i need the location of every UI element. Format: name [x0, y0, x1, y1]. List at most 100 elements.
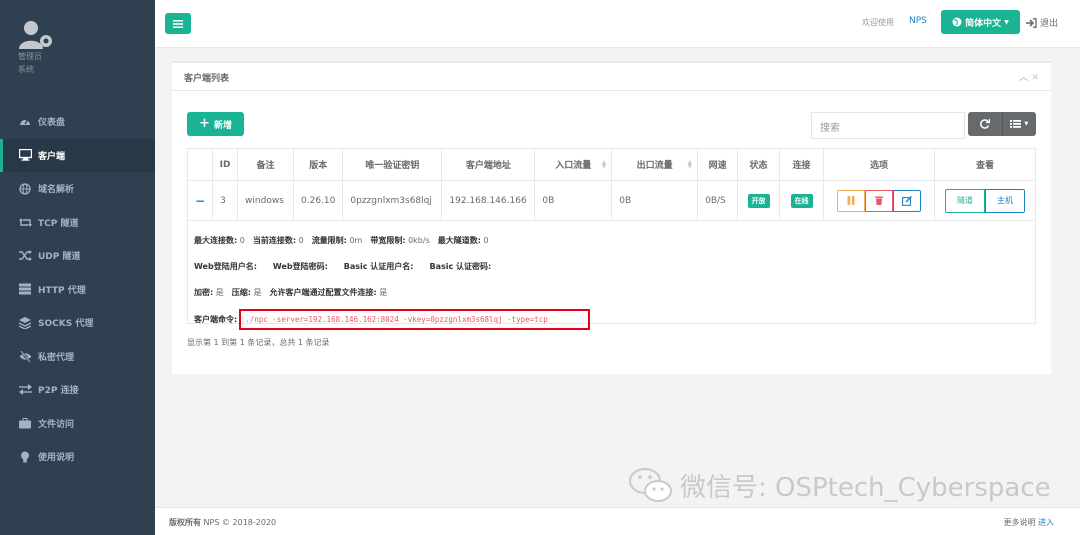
detail-row-auth: Web登陆用户名: Web登陆密码: Basic 认证用户名: Basic 认证… [194, 253, 1029, 279]
sidebar-item-socks[interactable]: SOCKS 代理 [0, 306, 155, 340]
sidebar-item-help[interactable]: 使用说明 [0, 440, 155, 474]
status-badge: 开放 [747, 193, 770, 208]
client-list-panel: 客户端列表 ︿ ✕ + 新增 搜索 ▼ ID 备注 版本 唯一验证密钥 客户端地… [172, 61, 1051, 374]
table-header-row: ID 备注 版本 唯一验证密钥 客户端地址 入口流量 ▲ ▼ 出口流量 ▲ ▼ 网速 状… [186, 148, 1037, 181]
exchange-icon [18, 383, 32, 397]
watermark-text: 微信号: OSPtech_Cyberspace [680, 472, 1051, 503]
detail-value: 是 [379, 287, 388, 297]
view-host-button[interactable]: 主机 [984, 188, 1025, 213]
max-tunnel-item: 最大隧道数: 0 [438, 235, 489, 246]
cell-vkey: 0pzzgnlxm3s68lqj [342, 180, 443, 221]
server-icon [18, 282, 32, 296]
caret-down-icon: ▼ [1004, 18, 1009, 26]
detail-row-limits: 最大连接数: 0 当前连接数: 0 流量限制: 0m 带宽限制: 0kb/s 最… [194, 227, 1029, 253]
sidebar-item-label: 文件访问 [38, 419, 75, 430]
cell-address: 192.168.146.166 [441, 180, 536, 221]
more-label: 更多说明 [1003, 518, 1036, 527]
column-header-options: 选项 [823, 148, 935, 181]
web-user-label: Web登陆用户名: [194, 261, 257, 271]
close-icon[interactable]: ✕ [1031, 73, 1039, 83]
detail-label: 加密: [194, 287, 214, 297]
cur-conn-item: 当前连接数: 0 [253, 235, 304, 246]
cell-remark: windows [237, 180, 295, 221]
column-header-remark[interactable]: 备注 [237, 148, 295, 181]
edit-button[interactable] [892, 189, 921, 212]
collapse-toggle[interactable]: − [186, 180, 214, 221]
welcome-text: 欢迎使用 [862, 18, 894, 27]
cell-view: 隧道 主机 [933, 180, 1037, 221]
cell-out-flow: 0B [611, 180, 699, 221]
column-header-vkey[interactable]: 唯一验证密钥 [342, 148, 443, 181]
cell-options [823, 180, 935, 221]
sidebar-item-p2p[interactable]: P2P 连接 [0, 373, 155, 407]
brand-link[interactable]: NPS [909, 16, 927, 26]
enter-link[interactable]: 进入 [1038, 518, 1054, 527]
retweet-icon [18, 215, 32, 229]
detail-value: 0kb/s [408, 235, 430, 245]
column-header-address[interactable]: 客户端地址 [441, 148, 536, 181]
add-label: 新增 [213, 120, 232, 131]
eye-slash-icon [18, 349, 32, 363]
sidebar-item-label: TCP 隧道 [38, 218, 79, 229]
refresh-button[interactable] [968, 112, 1003, 136]
logout-link[interactable]: 退出 [1026, 16, 1058, 29]
chevron-up-icon[interactable]: ︿ [1019, 73, 1028, 83]
dashboard-icon [18, 115, 32, 129]
list-icon [1010, 120, 1022, 128]
detail-row-flags: 加密: 是 压缩: 是 允许客户端通过配置文件连接: 是 [194, 279, 1029, 305]
detail-label: 流量限制: [311, 235, 347, 245]
sort-icon[interactable]: ▲ ▼ [602, 160, 607, 170]
sidebar-item-domain[interactable]: 域名解析 [0, 172, 155, 206]
view-tunnel-button[interactable]: 隧道 [944, 188, 985, 213]
detail-value: 0 [239, 235, 245, 245]
crypt-item: 加密: 是 [194, 287, 224, 298]
sidebar-item-file[interactable]: 文件访问 [0, 407, 155, 441]
add-client-button[interactable]: + 新增 [187, 112, 244, 136]
compress-item: 压缩: 是 [232, 287, 262, 298]
user-gear-icon[interactable] [18, 20, 52, 49]
sidebar-item-label: 私密代理 [38, 352, 75, 363]
sidebar-item-clients[interactable]: 客户端 [0, 138, 155, 172]
panel-title: 客户端列表 [184, 74, 230, 84]
column-header-connect[interactable]: 连接 [779, 148, 824, 181]
profile-name[interactable]: 管理员 [18, 51, 155, 62]
sort-icon[interactable]: ▲ ▼ [687, 160, 692, 170]
language-dropdown-button[interactable]: 简体中文 ▼ [941, 10, 1020, 34]
view-button-group: 隧道 主机 [942, 188, 1028, 213]
column-header-in-flow[interactable]: 入口流量 ▲ ▼ [534, 148, 613, 181]
detail-value: 是 [253, 287, 262, 297]
flow-limit-item: 流量限制: 0m [312, 235, 363, 246]
client-command[interactable]: ./npc -server=192.168.146.162:8024 -vkey… [239, 308, 591, 330]
column-header-speed[interactable]: 网速 [697, 148, 739, 181]
detail-label: 当前连接数: [252, 235, 297, 245]
caret-down-icon: ▼ [1024, 121, 1029, 127]
cell-id: 3 [212, 180, 239, 221]
header-label: 入口流量 [555, 161, 592, 171]
sidebar-item-secret[interactable]: 私密代理 [0, 340, 155, 374]
pause-button[interactable] [836, 189, 865, 212]
trash-icon [874, 196, 883, 205]
delete-button[interactable] [864, 189, 893, 212]
search-input[interactable]: 搜索 [811, 112, 965, 139]
lightbulb-icon [18, 450, 32, 464]
more-info: 更多说明 进入 [1003, 517, 1054, 528]
web-pass-label: Web登陆密码: [272, 261, 328, 271]
column-header-id[interactable]: ID [212, 148, 239, 181]
column-header-expand [186, 148, 214, 181]
sidebar-item-udp[interactable]: UDP 隧道 [0, 239, 155, 273]
sidebar-toggle-button[interactable] [165, 13, 191, 34]
sidebar-item-tcp[interactable]: TCP 隧道 [0, 206, 155, 240]
column-header-out-flow[interactable]: 出口流量 ▲ ▼ [611, 148, 699, 181]
command-label: 客户端命令: [194, 314, 238, 324]
desktop-icon [18, 148, 32, 162]
column-header-status[interactable]: 状态 [737, 148, 781, 181]
column-header-view: 查看 [933, 148, 1037, 181]
refresh-icon [979, 119, 990, 129]
detail-value: 是 [215, 287, 224, 297]
sidebar-item-dashboard[interactable]: 仪表盘 [0, 105, 155, 139]
sidebar-item-http[interactable]: HTTP 代理 [0, 273, 155, 307]
column-header-version[interactable]: 版本 [293, 148, 344, 181]
sidebar-item-label: 使用说明 [38, 453, 75, 464]
sidebar-nav: 仪表盘 客户端 域名解析 TCP 隧道 UDP 隧道 HTTP 代理 SOCKS… [0, 105, 155, 474]
columns-dropdown-button[interactable]: ▼ [1003, 112, 1037, 136]
